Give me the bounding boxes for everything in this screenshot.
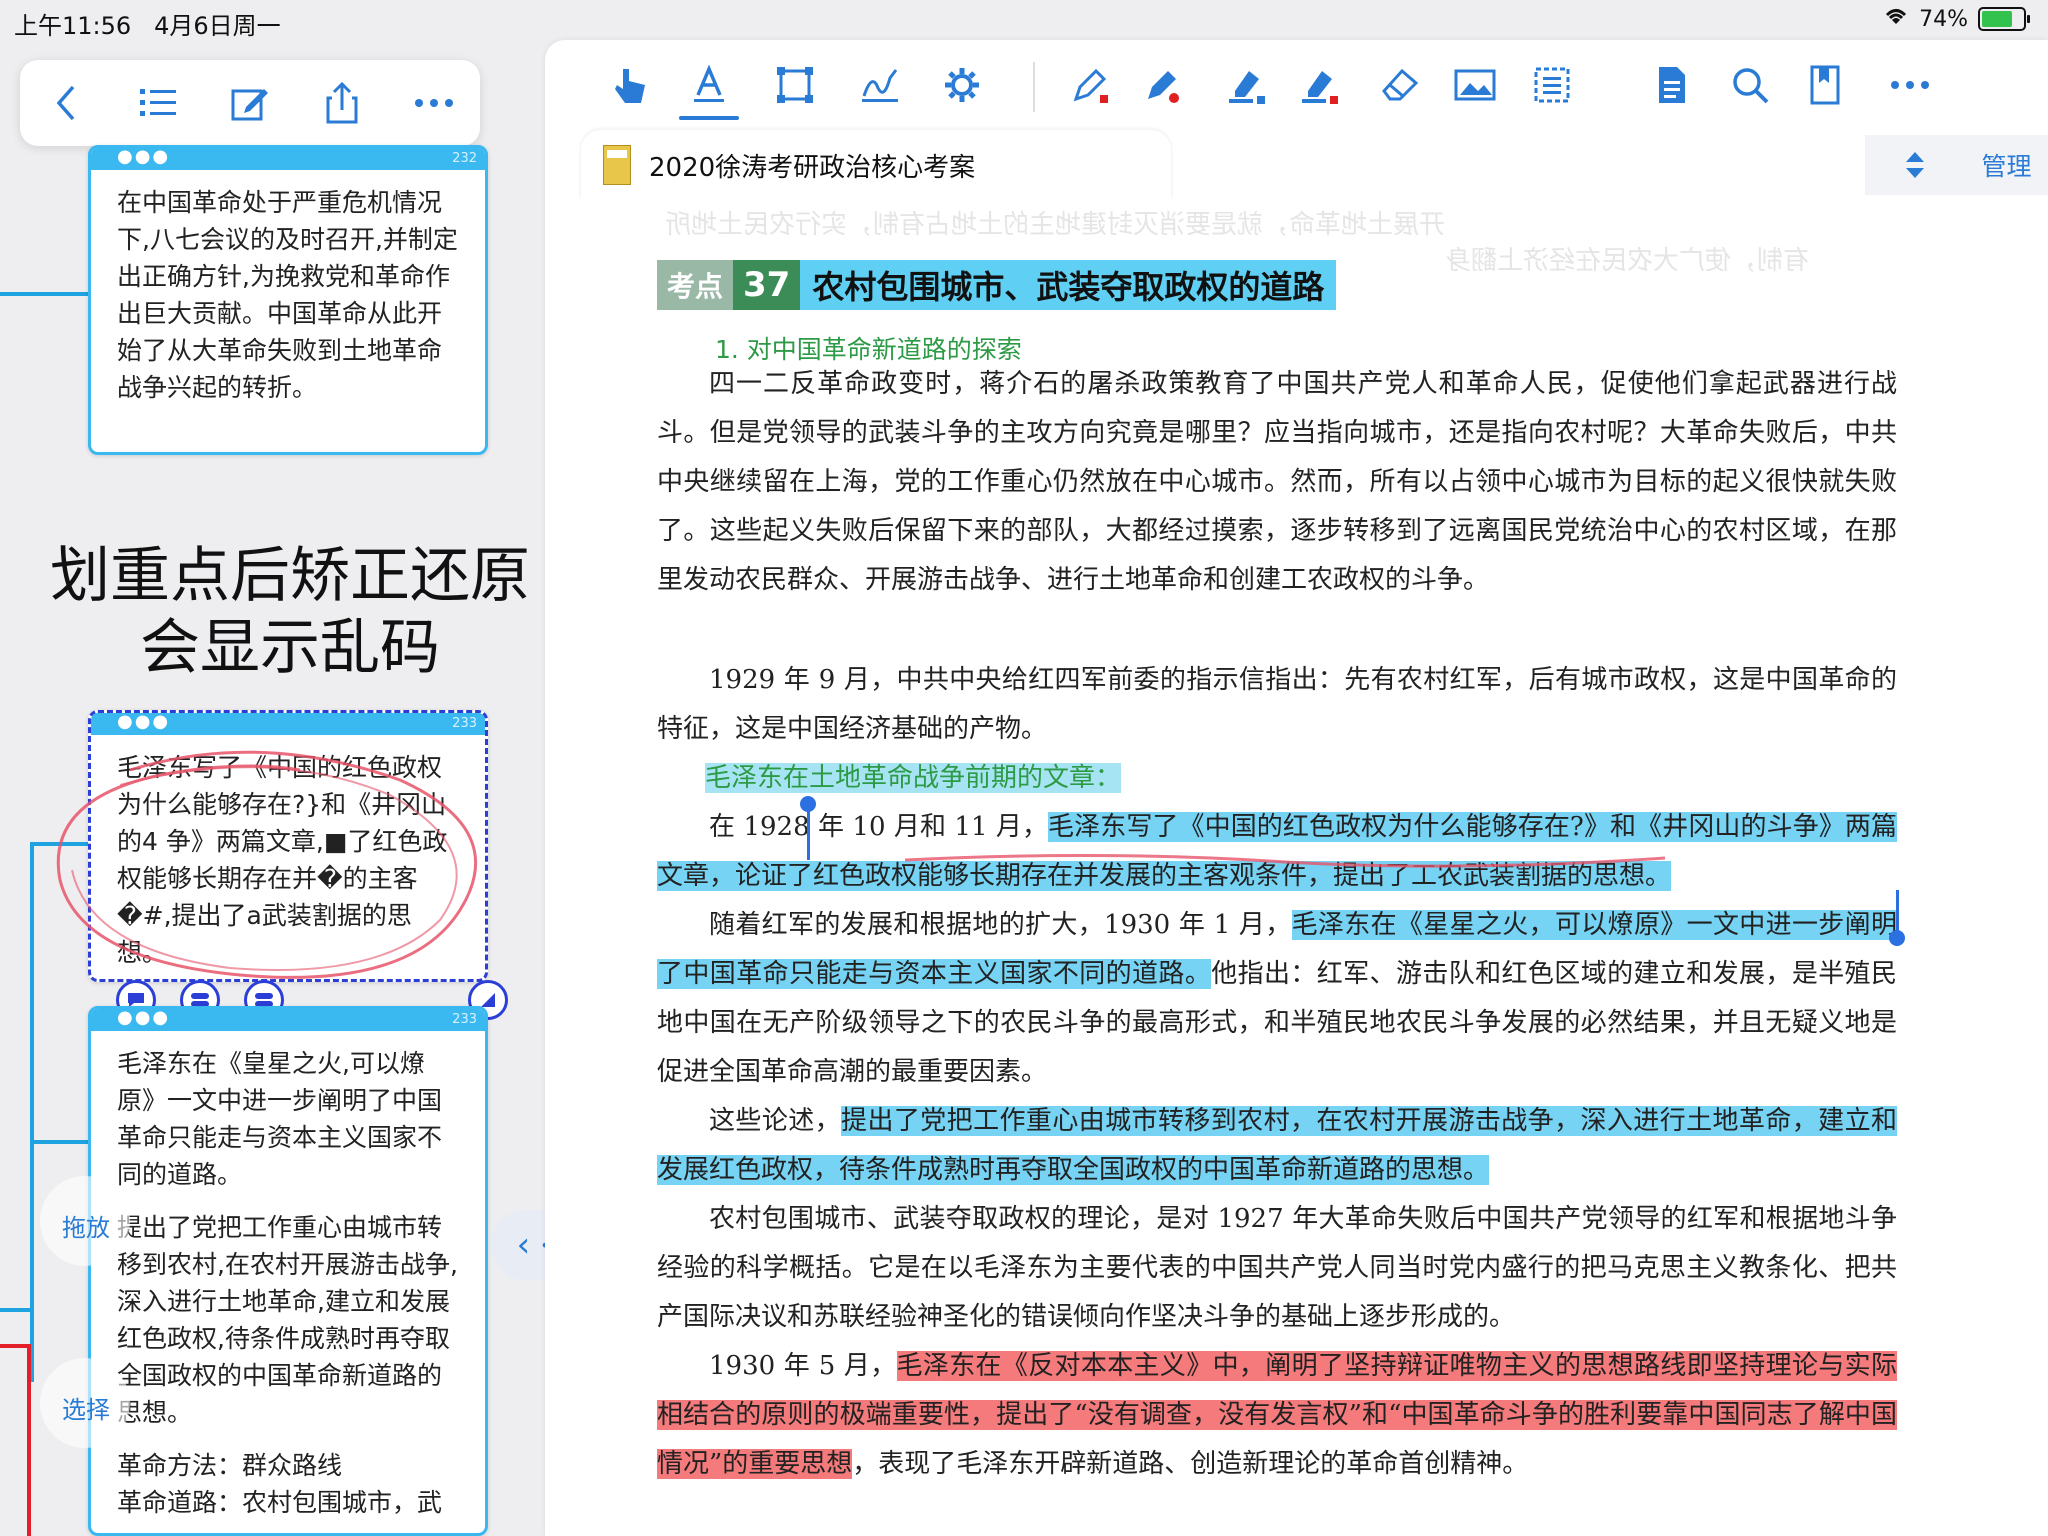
battery-icon <box>1978 7 2030 31</box>
overlay-caption: 划重点后矫正还原 会显示乱码 <box>30 540 550 684</box>
paragraph-text[interactable]: 四一二反革命政变时，蒋介石的屠杀政策教育了中国共产党人和革命人民，促使他们拿起武… <box>657 360 1897 605</box>
drag-dots-icon[interactable]: ●●● <box>117 1009 170 1027</box>
battery-percent: 74% <box>1919 6 1968 32</box>
card-page-number: 233 <box>452 1012 477 1027</box>
card-text: 革命方法：群众路线 <box>117 1451 343 1480</box>
drag-mode-label[interactable]: 拖放 <box>62 1208 110 1243</box>
heading-text: 农村包围城市、武装夺取政权的道路 <box>800 260 1337 310</box>
mindmap-panel: ●●● 232 在中国革命处于严重危机情况下,八七会议的及时召开,并制定出正确方… <box>0 40 600 1536</box>
select-mode-label[interactable]: 选择 <box>62 1390 110 1425</box>
bookmark-icon[interactable] <box>1800 60 1850 110</box>
more-icon[interactable] <box>1885 60 1935 110</box>
manage-button[interactable]: 管理 <box>1965 135 2048 195</box>
chevron-left-icon[interactable]: ‹ <box>517 1225 531 1265</box>
card-text: 毛泽东在《皇星之火,可以燎原》一文中进一步阐明了中国革命只能走与资本主义国家不同… <box>117 1049 443 1189</box>
card-text: 提出了党把工作重心由城市转移到农村,在农村开展游击战争,深入进行土地革命,建立和… <box>117 1213 458 1427</box>
search-icon[interactable] <box>1725 60 1775 110</box>
outline-list-icon[interactable] <box>128 73 188 133</box>
more-icon[interactable] <box>404 73 464 133</box>
card-body: 在中国革命处于严重危机情况下,八七会议的及时召开,并制定出正确方针,为挽救党和革… <box>91 170 485 420</box>
settings-gear-icon[interactable] <box>937 60 987 110</box>
tree-connector <box>30 842 34 1382</box>
text-highlight-icon[interactable] <box>684 60 734 110</box>
overlay-caption-line: 划重点后矫正还原 <box>50 541 530 611</box>
pen-red-2-icon[interactable] <box>1137 60 1187 110</box>
tree-connector-red <box>27 1344 31 1536</box>
drag-dots-icon[interactable]: ●●● <box>117 713 170 731</box>
status-time: 上午11:56 4月6日周一 <box>14 12 281 40</box>
sort-updown-icon <box>1906 152 1924 178</box>
overlay-caption-line: 会显示乱码 <box>140 613 440 683</box>
card-header: ●●● 233 <box>91 1009 485 1031</box>
tree-connector <box>30 1140 88 1144</box>
heading-tag: 考点 <box>657 260 734 310</box>
document-panel: 2020徐涛考研政治核心考案 管理 开展土地革命，就是要消灭封建地主的土地占有制… <box>545 40 2048 1536</box>
tab-row: 2020徐涛考研政治核心考案 管理 <box>545 130 2048 200</box>
pen-red-icon[interactable] <box>1065 60 1115 110</box>
card-page-number: 232 <box>452 151 477 166</box>
section-heading: 考点 37 农村包围城市、武装夺取政权的道路 <box>657 260 1337 310</box>
card-header: ●●● 232 <box>91 148 485 170</box>
paragraph-text[interactable]: 在 1928 年 10 月和 11 月， <box>709 812 1048 842</box>
highlighter-red-icon[interactable] <box>1295 60 1345 110</box>
paragraph-text[interactable]: 1930 年 5 月， <box>709 1351 897 1381</box>
status-bar: 上午11:56 4月6日周一 74% <box>0 0 2048 40</box>
status-right: 74% <box>1883 6 2030 32</box>
left-toolbar <box>20 60 480 146</box>
note-card[interactable]: ●●● 233 毛泽东在《皇星之火,可以燎原》一文中进一步阐明了中国革命只能走与… <box>88 1006 488 1536</box>
sort-button[interactable] <box>1865 135 1965 195</box>
drag-dots-icon[interactable]: ●●● <box>117 148 170 166</box>
toolbar-separator <box>1033 62 1035 112</box>
paragraph-text[interactable]: ，表现了毛泽东开辟新道路、创造新理论的革命首创精神。 <box>852 1449 1528 1479</box>
image-icon[interactable] <box>1450 60 1500 110</box>
card-page-number: 233 <box>452 716 477 731</box>
paragraph-text[interactable]: 这些论述， <box>709 1106 841 1136</box>
tree-connector <box>0 292 88 296</box>
document-tab[interactable]: 2020徐涛考研政治核心考案 <box>581 130 1171 200</box>
paragraph[interactable]: 四一二反革命政变时，蒋介石的屠杀政策教育了中国共产党人和革命人民，促使他们拿起武… <box>657 360 1897 605</box>
document-tab-title: 2020徐涛考研政治核心考案 <box>649 152 976 183</box>
card-text: 在中国革命处于严重危机情况下,八七会议的及时召开,并制定出正确方针,为挽救党和革… <box>117 188 458 402</box>
hand-pointer-icon[interactable] <box>605 60 655 110</box>
card-body: 毛泽东在《皇星之火,可以燎原》一文中进一步阐明了中国革命只能走与资本主义国家不同… <box>91 1031 485 1533</box>
back-icon[interactable] <box>36 73 96 133</box>
card-text: 革命道路：农村包围城市，武 <box>117 1488 443 1517</box>
document-page: 开展土地革命，就是要消灭封建地主的土地占有制，实行农民土地所 有制，使广大农民在… <box>545 200 2048 1536</box>
signature-icon[interactable] <box>855 60 905 110</box>
tree-connector-red <box>0 1344 30 1348</box>
note-card[interactable]: ●●● 232 在中国革命处于严重危机情况下,八七会议的及时召开,并制定出正确方… <box>88 145 488 455</box>
document-icon[interactable] <box>1647 60 1697 110</box>
red-annotation-scribble <box>56 750 478 979</box>
paragraph-text[interactable]: 1929 年 9 月，中共中央给红四军前委的指示信指出：先有农村红军，后有城市政… <box>657 656 1897 754</box>
highlighter-blue-icon[interactable] <box>1222 60 1272 110</box>
selection-handle-end[interactable] <box>1889 930 1905 946</box>
wifi-icon <box>1883 6 1909 32</box>
tree-connector <box>0 1308 34 1312</box>
paragraph-text[interactable]: 农村包围城市、武装夺取政权的理论，是对 1927 年大革命失败后中国共产党领导的… <box>657 1195 1897 1342</box>
annotation-toolbar <box>545 40 2048 130</box>
card-header: ●●● 233 <box>91 713 485 735</box>
rect-select-icon[interactable] <box>770 60 820 110</box>
ocr-icon[interactable] <box>1527 60 1577 110</box>
heading-number: 37 <box>733 260 801 310</box>
blue-highlight[interactable]: 提出了党把工作重心由城市转移到农村，在农村开展游击战争，深入进行土地革命，建立和… <box>657 1106 1897 1185</box>
paragraph[interactable]: 1929 年 9 月，中共中央给红四军前委的指示信指出：先有农村红军，后有城市政… <box>657 656 1897 754</box>
paragraph-text[interactable]: 随着红军的发展和根据地的扩大，1930 年 1 月， <box>709 910 1292 940</box>
selection-handle-line <box>807 808 810 860</box>
red-pen-stroke <box>905 853 1665 868</box>
edit-icon[interactable] <box>220 73 280 133</box>
green-highlight[interactable]: 毛泽东在土地革命战争前期的文章： <box>705 763 1122 793</box>
selection-handle-start[interactable] <box>800 796 816 812</box>
eraser-icon[interactable] <box>1375 60 1425 110</box>
share-icon[interactable] <box>312 73 372 133</box>
active-tool-indicator <box>679 116 739 120</box>
book-cover-icon <box>603 145 631 185</box>
